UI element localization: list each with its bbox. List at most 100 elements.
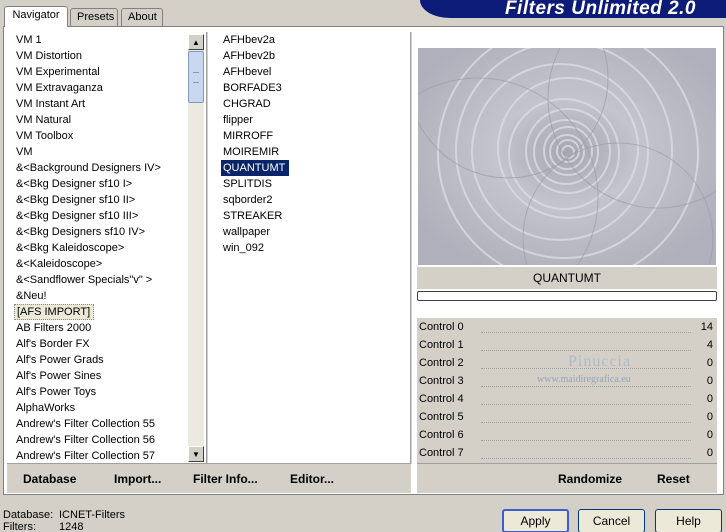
- control-label: Control 1: [419, 339, 464, 351]
- tab-about[interactable]: About: [121, 8, 163, 26]
- title-banner: Filters Unlimited 2.0: [420, 0, 726, 19]
- filter-name-label: QUANTUMT: [417, 267, 717, 289]
- control-value: 0: [706, 357, 713, 369]
- control-label: Control 2: [419, 357, 464, 369]
- category-item[interactable]: Andrew's Filter Collection 57: [14, 448, 186, 464]
- category-item[interactable]: &<Bkg Designer sf10 I>: [14, 176, 186, 192]
- category-item[interactable]: Alf's Power Sines: [14, 368, 186, 384]
- filter-item[interactable]: MOIREMIR: [221, 144, 407, 160]
- filter-item[interactable]: SPLITDIS: [221, 176, 407, 192]
- help-button[interactable]: Help: [655, 509, 722, 532]
- category-item[interactable]: AB Filters 2000: [14, 320, 186, 336]
- control-label: Control 5: [419, 411, 464, 423]
- filter-item[interactable]: AFHbev2a: [221, 32, 407, 48]
- filter-item[interactable]: win_092: [221, 240, 407, 256]
- status-database: Database: ICNET-Filters: [3, 509, 125, 521]
- cancel-button[interactable]: Cancel: [578, 509, 645, 532]
- editor-button[interactable]: Editor...: [290, 472, 334, 486]
- watermark-url: www.maidiregrafica.eu: [537, 374, 631, 385]
- category-item[interactable]: &<Bkg Designers sf10 IV>: [14, 224, 186, 240]
- navigator-toolbar: Database Import... Filter Info... Editor…: [7, 463, 411, 493]
- control-value: 0: [706, 411, 713, 423]
- apply-button[interactable]: Apply: [502, 509, 569, 532]
- category-item[interactable]: VM: [14, 144, 186, 160]
- control-value: 0: [706, 393, 713, 405]
- control-label: Control 4: [419, 393, 464, 405]
- filter-item[interactable]: BORFADE3: [221, 80, 407, 96]
- category-item[interactable]: VM Instant Art: [14, 96, 186, 112]
- tab-presets[interactable]: Presets: [70, 8, 118, 26]
- filter-item[interactable]: flipper: [221, 112, 407, 128]
- control-label: Control 0: [419, 321, 464, 333]
- filter-item[interactable]: QUANTUMT: [221, 160, 289, 176]
- scroll-thumb[interactable]: [188, 51, 204, 103]
- control-slider-row[interactable]: Control 2 0: [417, 354, 717, 372]
- control-slider-row[interactable]: Control 6 0: [417, 426, 717, 444]
- category-item[interactable]: &<Background Designers IV>: [14, 160, 186, 176]
- chevron-up-icon: ▲: [192, 37, 200, 47]
- category-item[interactable]: VM Distortion: [14, 48, 186, 64]
- control-track[interactable]: [481, 440, 691, 441]
- filter-list[interactable]: AFHbev2a AFHbev2b AFHbevel BORFADE3 CHGRAD fl…: [221, 32, 407, 272]
- category-item[interactable]: &<Sandflower Specials"v" >: [14, 272, 186, 288]
- category-item[interactable]: &<Bkg Designer sf10 II>: [14, 192, 186, 208]
- filter-item[interactable]: CHGRAD: [221, 96, 407, 112]
- filter-item[interactable]: AFHbev2b: [221, 48, 407, 64]
- import-button[interactable]: Import...: [114, 472, 161, 486]
- status-filters: Filters: 1248: [3, 521, 84, 532]
- control-track[interactable]: [481, 422, 691, 423]
- control-slider-row[interactable]: Control 1 4: [417, 336, 717, 354]
- reset-button[interactable]: Reset: [657, 472, 690, 486]
- category-item[interactable]: Alf's Power Grads: [14, 352, 186, 368]
- control-label: Control 3: [419, 375, 464, 387]
- category-item[interactable]: &<Kaleidoscope>: [14, 256, 186, 272]
- category-item[interactable]: VM Toolbox: [14, 128, 186, 144]
- controls-panel: Control 0 14 Control 1 4 Control 2 0 Control 3…: [417, 318, 717, 464]
- category-list[interactable]: VM 1 VM Distortion VM Experimental VM Extra…: [14, 32, 186, 464]
- category-item[interactable]: VM 1: [14, 32, 186, 48]
- chevron-down-icon: ▼: [192, 449, 200, 459]
- control-slider-row[interactable]: Control 7 0: [417, 444, 717, 462]
- category-item[interactable]: [AFS IMPORT]: [14, 304, 94, 320]
- control-value: 0: [706, 375, 713, 387]
- filter-item[interactable]: sqborder2: [221, 192, 407, 208]
- category-item[interactable]: VM Extravaganza: [14, 80, 186, 96]
- control-value: 0: [706, 429, 713, 441]
- control-slider-row[interactable]: Control 0 14: [417, 318, 717, 336]
- control-track[interactable]: [481, 404, 691, 405]
- filter-item[interactable]: MIRROFF: [221, 128, 407, 144]
- category-item[interactable]: Andrew's Filter Collection 56: [14, 432, 186, 448]
- category-item[interactable]: &<Bkg Kaleidoscope>: [14, 240, 186, 256]
- control-track[interactable]: [481, 458, 691, 459]
- filter-item[interactable]: STREAKER: [221, 208, 407, 224]
- preview-divider: [410, 32, 412, 464]
- category-scrollbar[interactable]: ▲ ▼: [188, 34, 204, 462]
- control-track[interactable]: [481, 350, 691, 351]
- control-label: Control 7: [419, 447, 464, 459]
- control-value: 4: [706, 339, 713, 351]
- filter-item[interactable]: AFHbevel: [221, 64, 407, 80]
- category-item[interactable]: Alf's Power Toys: [14, 384, 186, 400]
- category-item[interactable]: Alf's Border FX: [14, 336, 186, 352]
- category-item[interactable]: Andrew's Filter Collection 55: [14, 416, 186, 432]
- category-item[interactable]: VM Experimental: [14, 64, 186, 80]
- preview-toolbar: Randomize Reset: [417, 463, 717, 493]
- progress-bar: [417, 291, 717, 301]
- scroll-up-button[interactable]: ▲: [188, 34, 204, 50]
- category-item[interactable]: AlphaWorks: [14, 400, 186, 416]
- filter-info-button[interactable]: Filter Info...: [193, 472, 258, 486]
- category-item[interactable]: VM Natural: [14, 112, 186, 128]
- control-slider-row[interactable]: Control 5 0: [417, 408, 717, 426]
- randomize-button[interactable]: Randomize: [558, 472, 622, 486]
- category-item[interactable]: &<Bkg Designer sf10 III>: [14, 208, 186, 224]
- list-divider: [206, 32, 208, 464]
- control-slider-row[interactable]: Control 4 0: [417, 390, 717, 408]
- control-track[interactable]: [481, 332, 691, 333]
- database-button[interactable]: Database: [23, 472, 76, 486]
- control-label: Control 6: [419, 429, 464, 441]
- control-track[interactable]: [481, 386, 691, 387]
- category-item[interactable]: &Neu!: [14, 288, 186, 304]
- tab-navigator[interactable]: Navigator: [4, 6, 68, 27]
- filter-item[interactable]: wallpaper: [221, 224, 407, 240]
- scroll-down-button[interactable]: ▼: [188, 446, 204, 462]
